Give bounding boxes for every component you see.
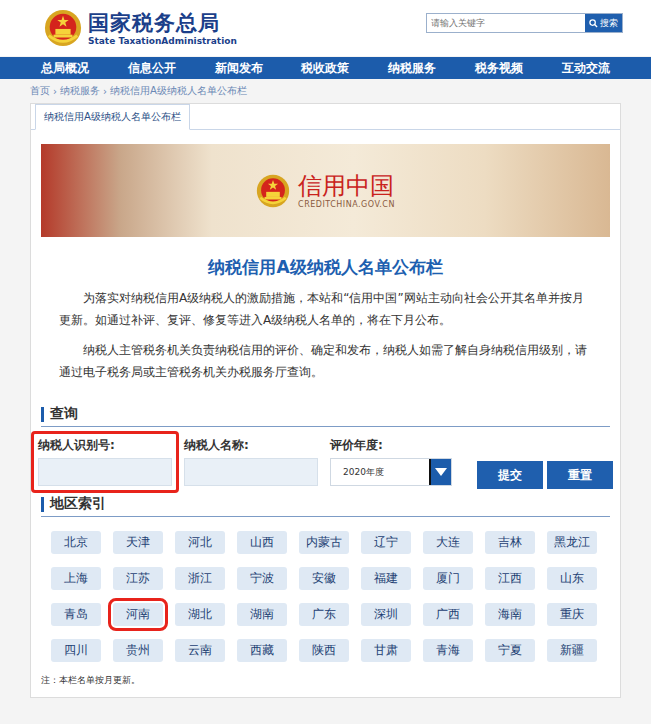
tab-bar: 纳税信用A级纳税人名单公布栏 xyxy=(31,104,620,130)
main-nav: 总局概况 信息公开 新闻发布 税收政策 纳税服务 税务视频 互动交流 xyxy=(0,57,651,79)
region-button[interactable]: 贵州 xyxy=(113,639,163,662)
query-form: 纳税人识别号: 纳税人名称: 评价年度: 2020年度 提交重置 xyxy=(41,431,610,493)
year-select[interactable]: 2020年度 xyxy=(330,458,452,486)
site-title: 国家税务总局 xyxy=(88,10,237,36)
region-button[interactable]: 江西 xyxy=(485,567,535,590)
region-button[interactable]: 云南 xyxy=(175,639,225,662)
region-grid: 北京天津河北山西内蒙古辽宁大连吉林黑龙江上海江苏浙江宁波安徽福建厦门江西山东青岛… xyxy=(51,531,610,662)
brand-text: 国家税务总局State TaxationAdministration xyxy=(88,10,237,47)
nav-item[interactable]: 信息公开 xyxy=(128,60,176,77)
region-button[interactable]: 北京 xyxy=(51,531,101,554)
query-field: 纳税人识别号: xyxy=(31,431,179,493)
region-button[interactable]: 安徽 xyxy=(299,567,349,590)
banner-title: 信用中国 xyxy=(298,172,395,200)
section-bar xyxy=(41,407,44,422)
region-button[interactable]: 四川 xyxy=(51,639,101,662)
breadcrumb-item[interactable]: 纳税服务 xyxy=(60,84,100,98)
breadcrumb-item[interactable]: 纳税信用A级纳税人名单公布栏 xyxy=(110,84,247,98)
field-label: 评价年度: xyxy=(330,437,452,454)
triangle-icon xyxy=(435,468,447,476)
region-button[interactable]: 厦门 xyxy=(423,567,473,590)
region-button[interactable]: 浙江 xyxy=(175,567,225,590)
region-button[interactable]: 上海 xyxy=(51,567,101,590)
nav-item[interactable]: 纳税服务 xyxy=(388,60,436,77)
search-box: 搜索 xyxy=(426,13,623,33)
intro-paragraph: 纳税人主管税务机关负责纳税信用的评价、确定和发布，纳税人如需了解自身纳税信用级别… xyxy=(59,339,592,383)
breadcrumb-item[interactable]: 首页 xyxy=(30,84,50,98)
field-label: 纳税人识别号: xyxy=(38,437,172,454)
emblem-icon xyxy=(256,174,290,208)
site-subtitle: State TaxationAdministration xyxy=(88,36,237,47)
national-emblem-icon xyxy=(44,9,82,47)
section-bar xyxy=(41,497,44,512)
credit-china-banner[interactable]: 信用中国CREDITCHINA.GOV.CN xyxy=(41,144,610,237)
section-title: 地区索引 xyxy=(50,495,106,513)
region-button[interactable]: 福建 xyxy=(361,567,411,590)
region-button[interactable]: 山西 xyxy=(237,531,287,554)
region-button[interactable]: 宁波 xyxy=(237,567,287,590)
query-field: 评价年度: 2020年度 xyxy=(323,431,459,493)
region-button[interactable]: 甘肃 xyxy=(361,639,411,662)
region-button[interactable]: 广东 xyxy=(299,603,349,626)
search-button-label: 搜索 xyxy=(600,17,618,30)
nav-item[interactable]: 总局概况 xyxy=(41,60,89,77)
region-button[interactable]: 湖北 xyxy=(175,603,225,626)
breadcrumb: 首页›纳税服务›纳税信用A级纳税人名单公布栏 xyxy=(0,79,651,103)
dropdown-arrow-icon[interactable] xyxy=(429,459,451,485)
region-button[interactable]: 大连 xyxy=(423,531,473,554)
nav-item[interactable]: 税务视频 xyxy=(475,60,523,77)
site-logo[interactable]: 国家税务总局State TaxationAdministration xyxy=(44,9,237,47)
region-button[interactable]: 内蒙古 xyxy=(299,531,349,554)
region-button[interactable]: 深圳 xyxy=(361,603,411,626)
search-input[interactable] xyxy=(427,15,585,31)
submit-button[interactable]: 提交 xyxy=(477,461,543,489)
region-button[interactable]: 陕西 xyxy=(299,639,349,662)
page-title: 纳税信用A级纳税人名单公布栏 xyxy=(41,255,610,279)
banner-subtitle: CREDITCHINA.GOV.CN xyxy=(298,200,395,209)
text-input[interactable] xyxy=(184,458,318,486)
content-panel: 纳税信用A级纳税人名单公布栏信用中国CREDITCHINA.GOV.CN纳税信用… xyxy=(30,103,621,698)
field-label: 纳税人名称: xyxy=(184,437,318,454)
intro-paragraph: 为落实对纳税信用A级纳税人的激励措施，本站和“信用中国”网站主动向社会公开其名单… xyxy=(59,287,592,331)
region-button[interactable]: 青岛 xyxy=(51,603,101,626)
region-button[interactable]: 重庆 xyxy=(547,603,597,626)
region-button[interactable]: 河北 xyxy=(175,531,225,554)
region-button[interactable]: 江苏 xyxy=(113,567,163,590)
region-button[interactable]: 海南 xyxy=(485,603,535,626)
update-note: 注：本栏名单按月更新。 xyxy=(41,674,610,687)
panel-tab[interactable]: 纳税信用A级纳税人名单公布栏 xyxy=(35,104,190,130)
nav-item[interactable]: 互动交流 xyxy=(562,60,610,77)
region-heading: 地区索引 xyxy=(41,495,610,517)
region-button[interactable]: 西藏 xyxy=(237,639,287,662)
form-buttons: 提交重置 xyxy=(477,461,613,489)
region-button[interactable]: 湖南 xyxy=(237,603,287,626)
region-button[interactable]: 青海 xyxy=(423,639,473,662)
region-button[interactable]: 宁夏 xyxy=(485,639,535,662)
breadcrumb-separator: › xyxy=(103,86,107,97)
select-value: 2020年度 xyxy=(331,466,384,479)
region-button[interactable]: 广西 xyxy=(423,603,473,626)
query-field: 纳税人名称: xyxy=(177,431,325,493)
region-button[interactable]: 吉林 xyxy=(485,531,535,554)
region-button[interactable]: 黑龙江 xyxy=(547,531,597,554)
reset-button[interactable]: 重置 xyxy=(547,461,613,489)
region-button[interactable]: 新疆 xyxy=(547,639,597,662)
query-heading: 查询 xyxy=(41,405,610,427)
region-button[interactable]: 辽宁 xyxy=(361,531,411,554)
banner-text: 信用中国CREDITCHINA.GOV.CN xyxy=(298,172,395,209)
site-header: 国家税务总局State TaxationAdministration 搜索 xyxy=(0,0,651,56)
breadcrumb-separator: › xyxy=(53,86,57,97)
region-button[interactable]: 山东 xyxy=(547,567,597,590)
magnifier-icon xyxy=(589,19,598,28)
region-button[interactable]: 河南 xyxy=(113,603,163,626)
nav-item[interactable]: 税收政策 xyxy=(301,60,349,77)
region-button[interactable]: 天津 xyxy=(113,531,163,554)
section-title: 查询 xyxy=(50,405,78,423)
text-input[interactable] xyxy=(38,458,172,486)
search-button[interactable]: 搜索 xyxy=(585,14,622,32)
nav-item[interactable]: 新闻发布 xyxy=(215,60,263,77)
